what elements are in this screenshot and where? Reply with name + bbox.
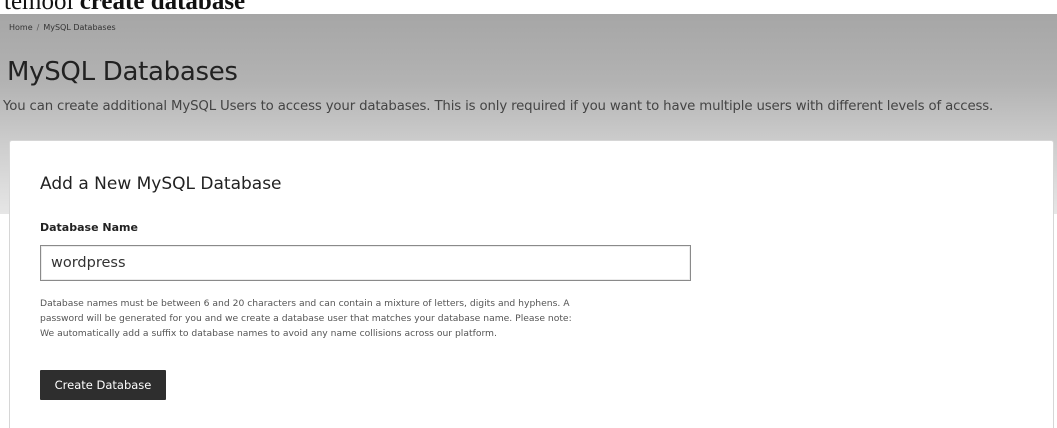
database-name-input[interactable]	[40, 245, 691, 281]
help-text-line: password will be generated for you and w…	[40, 313, 572, 324]
top-caption-light: temool	[4, 0, 80, 14]
top-caption-bold: create database	[79, 0, 246, 14]
create-database-button[interactable]: Create Database	[40, 370, 166, 400]
breadcrumb-separator: /	[36, 23, 40, 32]
card-title: Add a New MySQL Database	[40, 174, 282, 194]
help-text-line: Database names must be between 6 and 20 …	[40, 298, 570, 309]
database-name-help-text: Database names must be between 6 and 20 …	[40, 296, 700, 341]
breadcrumb-home-link[interactable]: Home	[9, 23, 33, 33]
page-title: MySQL Databases	[7, 57, 238, 87]
page-description: You can create additional MySQL Users to…	[3, 99, 994, 114]
top-caption-text: temool create database	[4, 0, 245, 14]
help-text-line: We automatically add a suffix to databas…	[40, 328, 497, 339]
breadcrumb: Home / MySQL Databases	[9, 23, 116, 33]
top-caption-strip: temool create database	[0, 0, 1057, 14]
add-database-card: Add a New MySQL Database Database Name D…	[9, 140, 1054, 428]
breadcrumb-current: MySQL Databases	[43, 23, 116, 32]
database-name-label: Database Name	[40, 221, 138, 234]
